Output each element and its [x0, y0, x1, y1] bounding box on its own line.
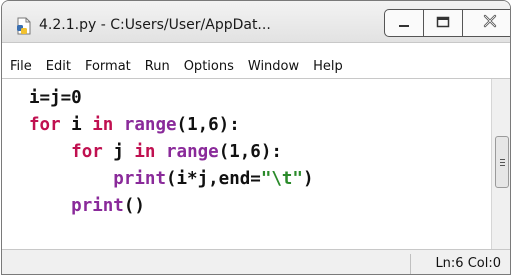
code-line[interactable]: print(i*j,end="\t"): [29, 166, 314, 193]
menu-file[interactable]: File: [10, 59, 32, 74]
code-token: "\t": [260, 169, 303, 189]
title-bar[interactable]: 4.2.1.py - C:Users/User/AppDat...: [2, 1, 510, 43]
code-line[interactable]: i=j=0: [29, 85, 314, 112]
maximize-button[interactable]: [423, 9, 463, 37]
scrollbar-thumb[interactable]: [495, 136, 509, 188]
code-token: i: [60, 115, 93, 135]
minimize-button[interactable]: [384, 9, 424, 37]
code-token: in: [92, 115, 114, 135]
code-line[interactable]: print(): [29, 193, 314, 220]
code-token: (1,6):: [218, 142, 282, 162]
code-token: i=j=0: [29, 88, 82, 108]
code-token: print: [113, 169, 166, 189]
code-line[interactable]: for i in range(1,6):: [29, 112, 314, 139]
code-token: ): [302, 169, 314, 189]
code-token: range: [123, 115, 177, 135]
code-token: in: [134, 142, 156, 162]
code-token: (): [123, 196, 145, 216]
status-divider: [410, 254, 411, 274]
code-line[interactable]: for j in range(1,6):: [29, 139, 314, 166]
menu-window[interactable]: Window: [248, 59, 299, 74]
menu-edit[interactable]: Edit: [46, 59, 71, 74]
code-token: (1,6):: [176, 115, 240, 135]
code-token: print: [71, 196, 124, 216]
code-token: j: [102, 142, 135, 162]
code-token: range: [166, 142, 219, 162]
code-text[interactable]: i=j=0 for i in range(1,6): for j in range…: [29, 85, 314, 220]
status-bar: Ln:6 Col:0: [2, 249, 510, 274]
menu-options[interactable]: Options: [184, 59, 234, 74]
code-token: (i*j,end=: [165, 169, 261, 189]
maximize-icon: [435, 14, 451, 33]
menu-bar: File Edit Format Run Options Window Help: [2, 56, 510, 76]
menu-help[interactable]: Help: [313, 59, 343, 74]
menu-format[interactable]: Format: [85, 59, 131, 74]
code-token: for: [71, 142, 103, 162]
window-controls: [384, 9, 510, 37]
cursor-position: Ln:6 Col:0: [435, 256, 501, 271]
python-file-icon: [15, 17, 33, 35]
code-token: for: [29, 115, 61, 135]
close-button[interactable]: [462, 9, 510, 37]
vertical-scrollbar[interactable]: [491, 79, 510, 249]
window-title: 4.2.1.py - C:Users/User/AppDat...: [39, 17, 271, 33]
close-icon: [482, 13, 498, 33]
idle-editor-window: 4.2.1.py - C:Users/User/AppDat... File E…: [1, 0, 511, 275]
menu-run[interactable]: Run: [145, 59, 170, 74]
code-editor[interactable]: i=j=0 for i in range(1,6): for j in range…: [2, 79, 490, 249]
minimize-icon: [396, 14, 412, 33]
